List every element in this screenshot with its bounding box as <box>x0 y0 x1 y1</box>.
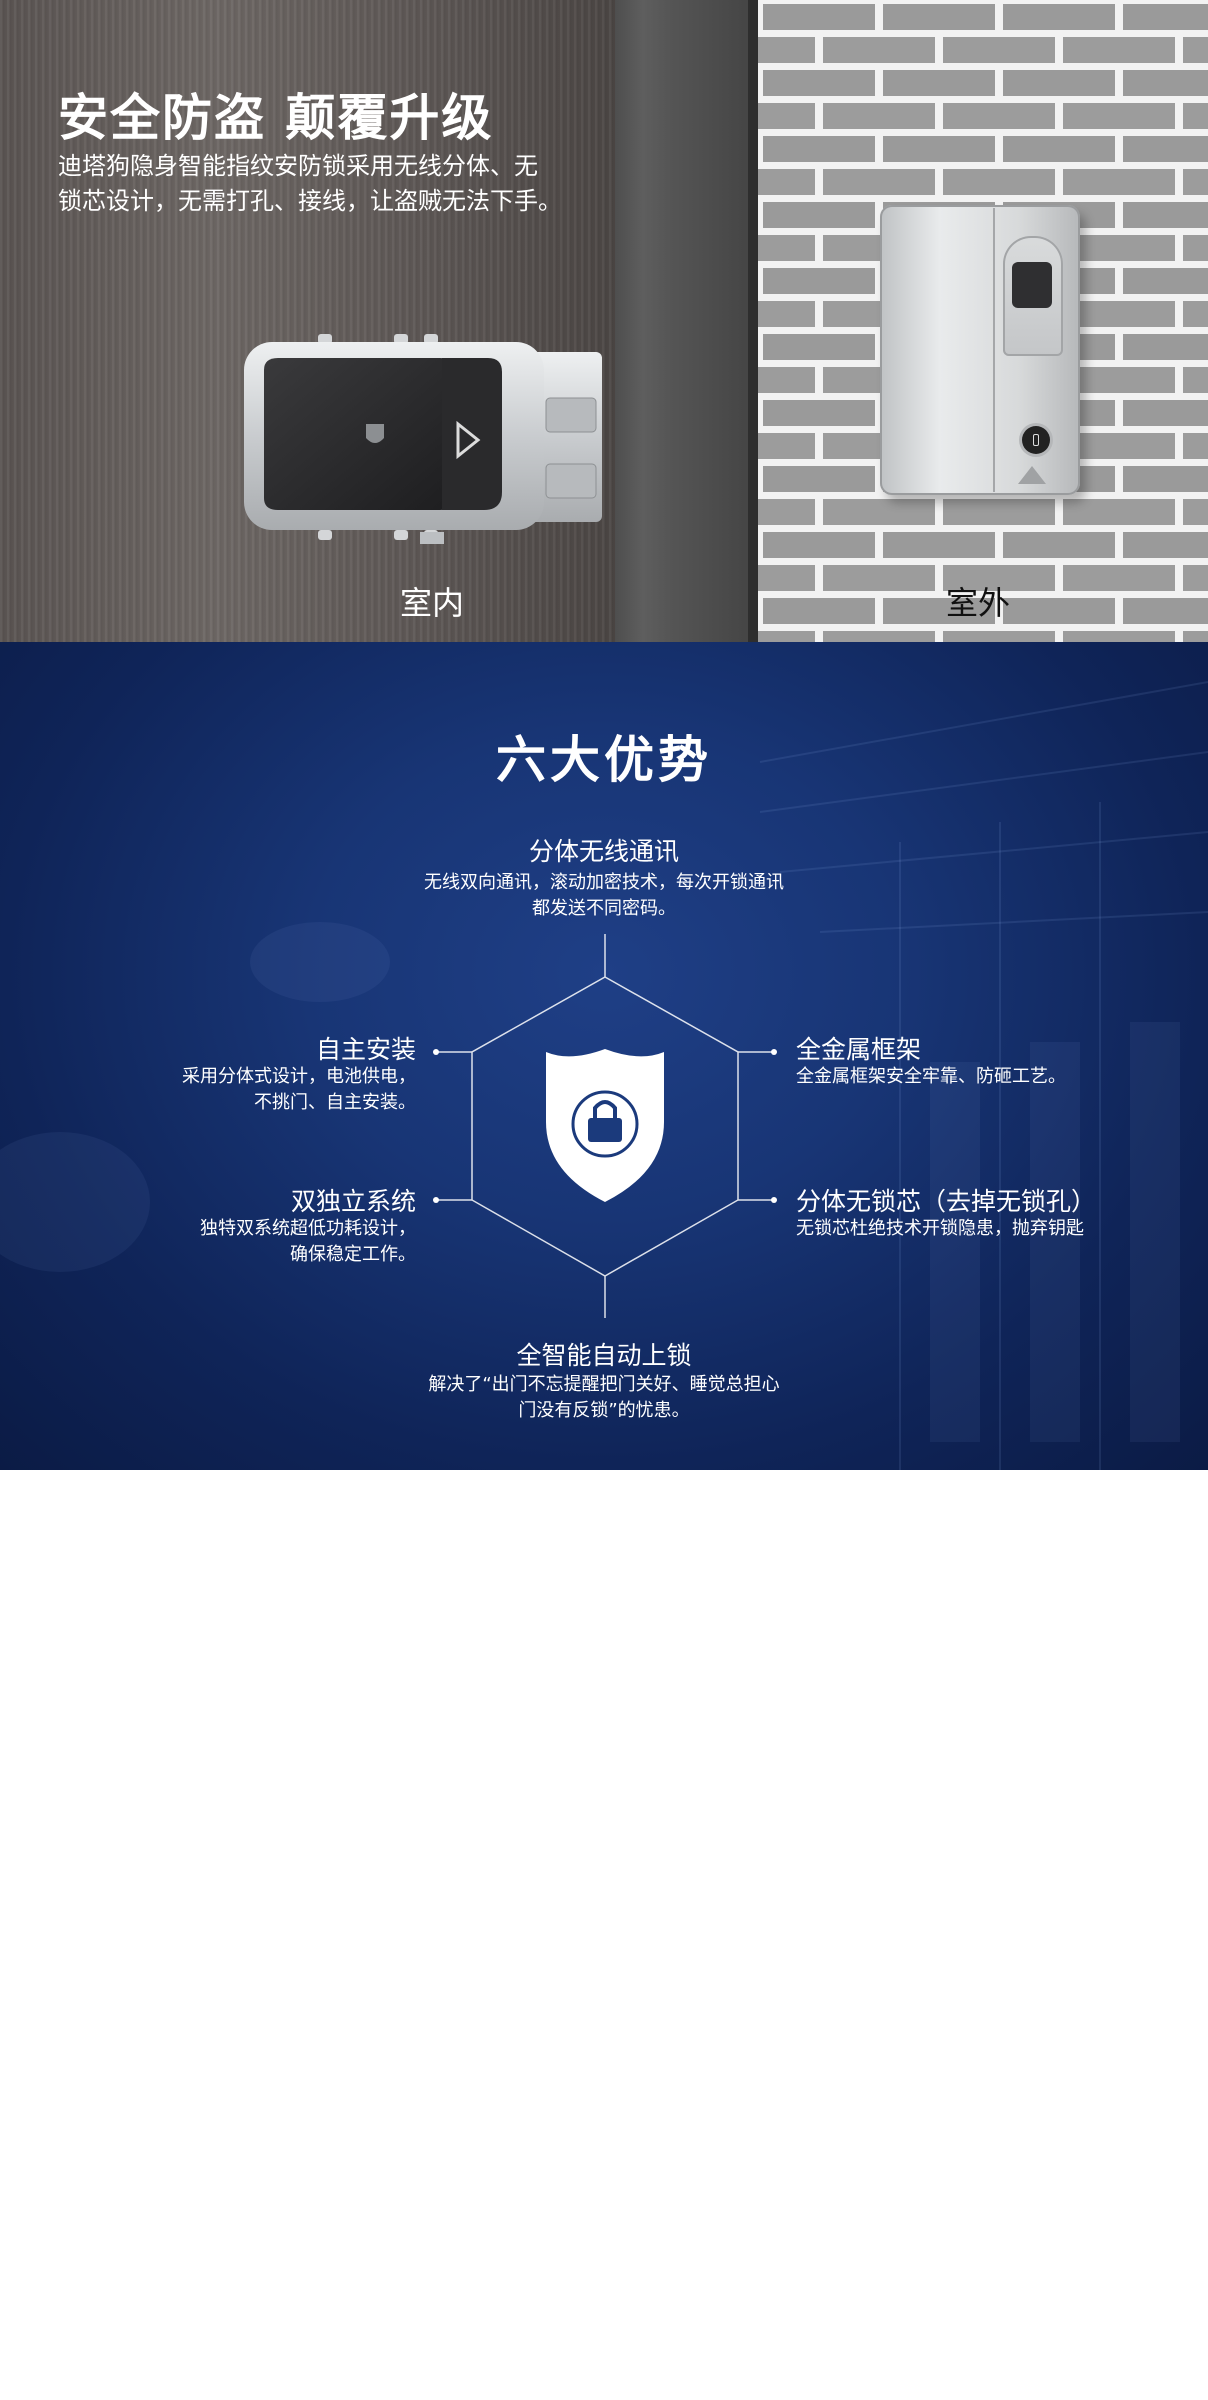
door-frame-edge <box>748 0 758 642</box>
lock-icon <box>1022 426 1050 454</box>
outdoor-label: 室外 <box>946 584 1011 622</box>
feature-desc-no-cylinder: 无锁芯杜绝技术开锁隐患，抛弃钥匙 <box>796 1218 1084 1239</box>
shield-lock-icon <box>546 1049 664 1202</box>
blank-area <box>0 1470 1208 2400</box>
feature-desc-dual-system: 确保稳定工作。 <box>290 1244 416 1265</box>
keypad-divider <box>993 208 995 492</box>
feature-desc-dual-system: 独特双系统超低功耗设计， <box>200 1218 416 1239</box>
feature-desc-wireless: 无线双向通讯，滚动加密技术，每次开锁通讯 <box>424 872 784 893</box>
feature-desc-metal-frame: 全金属框架安全牢靠、防砸工艺。 <box>796 1066 1066 1087</box>
fingerprint-sensor <box>1012 262 1052 308</box>
hero-subline: 锁芯设计，无需打孔、接线，让盗贼无法下手。 <box>58 187 562 215</box>
triangle-icon <box>1018 466 1046 484</box>
feature-desc-self-install: 采用分体式设计，电池供电， <box>182 1066 416 1087</box>
feature-title-wireless: 分体无线通讯 <box>528 837 679 866</box>
feature-desc-auto-lock: 解决了“出门不忘提醒把门关好、睡觉总担心 <box>428 1374 780 1395</box>
feature-title-no-cylinder: 分体无锁芯（去掉无锁孔） <box>796 1187 1097 1216</box>
feature-title-self-install: 自主安装 <box>315 1035 416 1064</box>
feature-title-dual-system: 双独立系统 <box>290 1187 416 1216</box>
feature-desc-self-install: 不挑门、自主安装。 <box>254 1092 416 1113</box>
feature-desc-wireless: 都发送不同密码。 <box>532 898 676 919</box>
feature-desc-auto-lock: 门没有反锁”的忧患。 <box>518 1400 690 1421</box>
indoor-label: 室内 <box>400 584 465 622</box>
indoor-lock-image <box>244 334 602 544</box>
advantages-section: 六大优势 分体无线通讯 无线双向通讯，滚动加密技术，每次开锁通讯 都发送不同密码… <box>0 642 1208 1470</box>
hero-subline: 迪塔狗隐身智能指纹安防锁采用无线分体、无 <box>58 152 538 180</box>
hero-headline: 安全防盗 颠覆升级 <box>58 89 494 147</box>
door-frame <box>615 0 755 642</box>
product-hero-section: 安全防盗 颠覆升级 迪塔狗隐身智能指纹安防锁采用无线分体、无 锁芯设计，无需打孔… <box>0 0 1208 642</box>
feature-title-metal-frame: 全金属框架 <box>796 1035 922 1064</box>
feature-title-auto-lock: 全智能自动上锁 <box>516 1341 692 1370</box>
